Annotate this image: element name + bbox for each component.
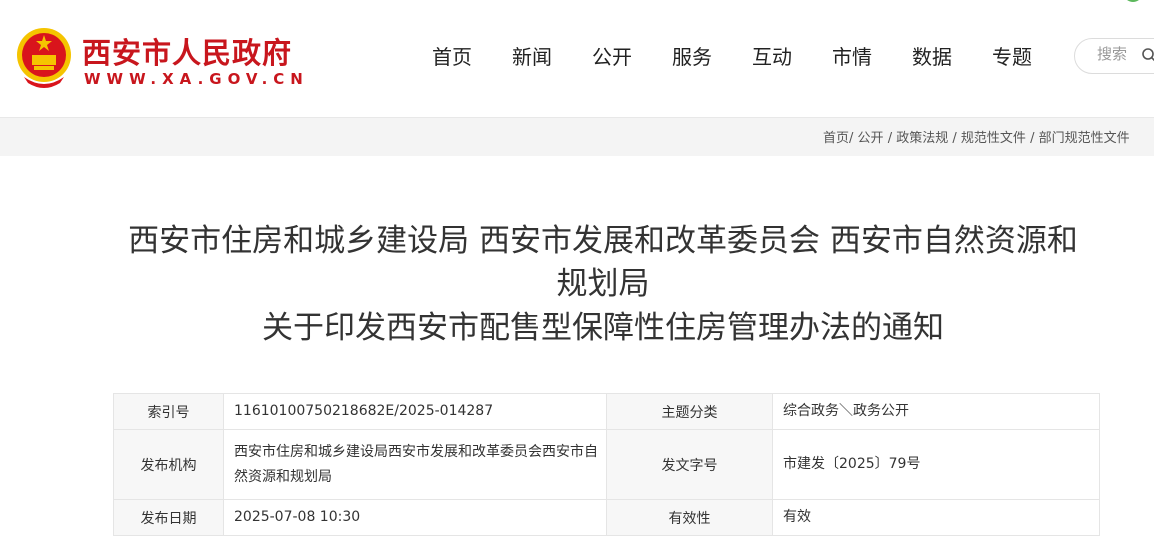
main-nav: 首页 新闻 公开 服务 互动 市情 数据 专题	[412, 43, 1052, 71]
table-row: 发布机构 西安市住房和城乡建设局西安市发展和改革委员会西安市自然资源和规划局 发…	[113, 429, 1100, 500]
doc-number-label: 发文字号	[606, 429, 773, 500]
breadcrumb-policy[interactable]: 政策法规	[896, 131, 948, 146]
national-emblem-icon[interactable]	[12, 25, 76, 91]
title-line: 关于印发西安市配售型保障性住房管理办法的通知	[262, 309, 944, 346]
article-panel: 西安市住房和城乡建设局 西安市发展和改革委员会 西安市自然资源和 规划局 关于印…	[0, 156, 1154, 539]
site-url: WWW.XA.GOV.CN	[84, 70, 309, 88]
table-row: 发布日期 2025-07-08 10:30 有效性 有效	[113, 499, 1100, 536]
nav-open[interactable]: 公开	[572, 43, 652, 71]
page-title: 西安市住房和城乡建设局 西安市发展和改革委员会 西安市自然资源和 规划局 关于印…	[0, 220, 1154, 350]
breadcrumb-normative-docs[interactable]: 规范性文件	[961, 131, 1026, 146]
table-row: 索引号 11610100750218682E/2025-014287 主题分类 …	[113, 393, 1100, 430]
date-label: 发布日期	[113, 499, 224, 536]
nav-interact[interactable]: 互动	[732, 43, 812, 71]
date-value: 2025-07-08 10:30	[223, 499, 607, 536]
validity-value: 有效	[772, 499, 1100, 536]
nav-home[interactable]: 首页	[412, 43, 492, 71]
index-label: 索引号	[113, 393, 224, 430]
title-line: 规划局	[556, 266, 650, 303]
doc-number-value: 市建发〔2025〕79号	[772, 429, 1100, 500]
corner-decoration-icon	[1127, 0, 1139, 2]
search-input[interactable]	[1097, 45, 1147, 63]
nav-topics[interactable]: 专题	[972, 43, 1052, 71]
index-value: 11610100750218682E/2025-014287	[223, 393, 607, 430]
issuer-label: 发布机构	[113, 429, 224, 500]
nav-service[interactable]: 服务	[652, 43, 732, 71]
breadcrumb-open[interactable]: 公开	[858, 131, 884, 146]
breadcrumb-dept-normative-docs[interactable]: 部门规范性文件	[1039, 131, 1130, 146]
category-label: 主题分类	[606, 393, 773, 430]
title-line: 西安市住房和城乡建设局 西安市发展和改革委员会 西安市自然资源和	[128, 223, 1078, 259]
nav-data[interactable]: 数据	[892, 43, 972, 71]
site-header: 西安市人民政府 WWW.XA.GOV.CN 首页 新闻 公开 服务 互动 市情 …	[0, 0, 1154, 118]
issuer-value: 西安市住房和城乡建设局西安市发展和改革委员会西安市自然资源和规划局	[223, 429, 607, 500]
search-box	[1074, 38, 1154, 74]
breadcrumb-separator: /	[849, 131, 854, 146]
validity-label: 有效性	[606, 499, 773, 536]
document-meta-table: 索引号 11610100750218682E/2025-014287 主题分类 …	[113, 393, 1100, 536]
breadcrumb: 首页/ 公开 / 政策法规 / 规范性文件 / 部门规范性文件	[823, 127, 1130, 146]
nav-news[interactable]: 新闻	[492, 43, 572, 71]
nav-city-info[interactable]: 市情	[812, 43, 892, 71]
category-value: 综合政务＼政务公开	[772, 393, 1100, 430]
breadcrumb-home[interactable]: 首页	[823, 131, 849, 146]
site-name[interactable]: 西安市人民政府	[82, 30, 292, 72]
search-icon[interactable]	[1141, 47, 1154, 63]
